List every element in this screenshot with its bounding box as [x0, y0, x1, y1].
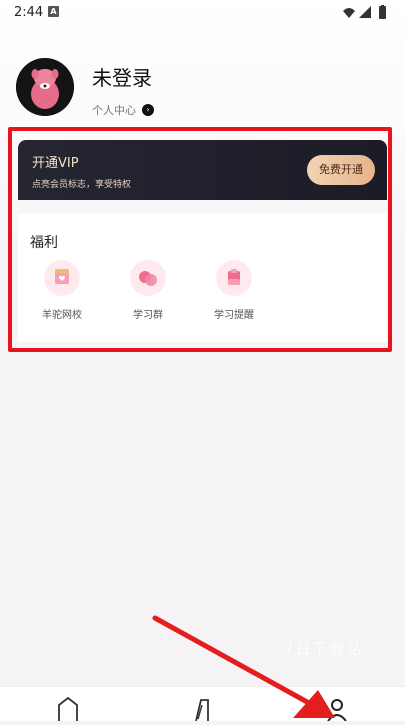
status-icons	[343, 5, 386, 19]
personal-center-label: 个人中心	[92, 104, 136, 117]
battery-icon	[379, 6, 386, 19]
notification-icon: A	[48, 6, 59, 17]
chevron-right-icon: ›	[142, 104, 154, 116]
bottom-tab-bar	[0, 686, 405, 722]
tab-profile[interactable]	[317, 691, 357, 722]
avatar[interactable]	[16, 58, 74, 116]
home-icon	[58, 696, 78, 721]
personal-center-link[interactable]: 个人中心 ›	[92, 102, 154, 118]
username[interactable]: 未登录	[92, 62, 152, 91]
signal-icon	[359, 6, 371, 18]
tab-home[interactable]	[48, 691, 88, 721]
profile-icon	[327, 699, 347, 722]
study-icon	[195, 699, 209, 722]
status-bar: 2:44 A	[0, 0, 405, 26]
status-time: 2:44	[14, 5, 44, 20]
wifi-icon	[343, 8, 355, 18]
alpaca-avatar-icon	[16, 58, 74, 116]
tab-study[interactable]	[182, 691, 222, 722]
watermark: 7日下载站	[284, 640, 364, 658]
highlight-box	[8, 127, 392, 352]
